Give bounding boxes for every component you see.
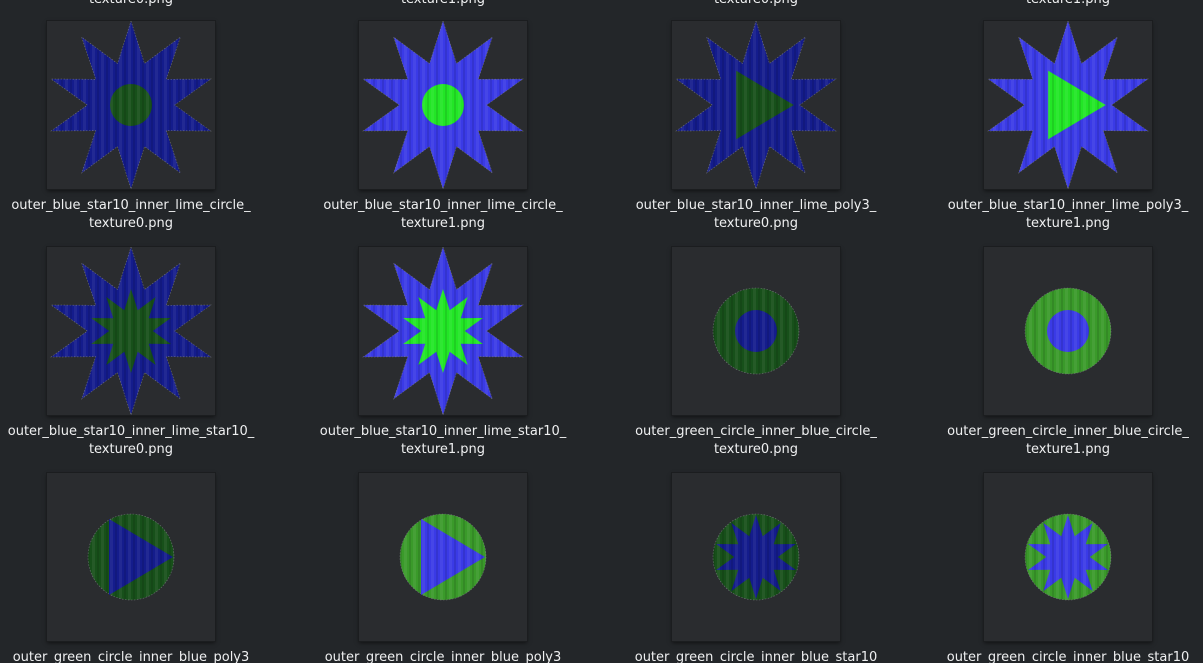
file-name-label[interactable]: outer_blue_star10_inner_lime_poly3_textu… [943,197,1193,233]
file-name-label[interactable]: outer_blue_star10_inner_lime_circle_text… [6,197,256,233]
file-thumbnail[interactable] [984,21,1152,189]
file-name-line: outer_blue_star10_inner_lime_circle_ [323,198,563,213]
file-icon-view[interactable]: texture0.png texture1.png texture0.png t… [0,0,1203,663]
file-name-line: outer_blue_star10_inner_lime_poly3_ [947,198,1189,213]
file-name-line: outer_green_circle_inner_blue_star10 [946,650,1190,663]
file-thumbnail[interactable] [672,21,840,189]
thumbnail-image [1024,287,1112,375]
partial-file-label[interactable]: texture1.png [318,0,568,9]
file-name-line: outer_blue_star10_inner_lime_star10_ [319,424,567,439]
file-name-label[interactable]: outer_blue_star10_inner_lime_star10_text… [318,423,568,459]
file-name-label[interactable]: outer_green_circle_inner_blue_poly3 [318,649,568,663]
file-thumbnail[interactable] [672,247,840,415]
file-name-label[interactable]: outer_green_circle_inner_blue_star10 [943,649,1193,663]
file-name-line: texture1.png [400,442,486,457]
thumbnail-image [50,21,212,189]
file-name-line: outer_green_circle_inner_blue_star10 [634,650,878,663]
partial-file-label[interactable]: texture0.png [6,0,256,9]
file-name-line: texture0.png [88,442,174,457]
file-thumbnail[interactable] [47,21,215,189]
file-name-line: texture1.png [1025,216,1111,231]
thumbnail-image [87,513,175,601]
file-thumbnail[interactable] [47,247,215,415]
file-name-line: texture0.png [713,442,799,457]
file-name-line: texture0.png [713,216,799,231]
file-thumbnail[interactable] [672,473,840,641]
file-name-line: outer_green_circle_inner_blue_circle_ [635,424,877,439]
thumbnail-image [362,247,524,415]
file-name-line: outer_blue_star10_inner_lime_circle_ [11,198,251,213]
thumbnail-image [987,21,1149,189]
file-name-label[interactable]: outer_blue_star10_inner_lime_poly3_textu… [631,197,881,233]
file-name-line: texture1.png [400,216,486,231]
file-thumbnail[interactable] [359,473,527,641]
file-name-line: texture0.png [88,216,174,231]
partial-file-label[interactable]: texture1.png [943,0,1193,9]
thumbnail-image [362,21,524,189]
file-name-label[interactable]: outer_green_circle_inner_blue_poly3 [6,649,256,663]
file-name-label[interactable]: outer_blue_star10_inner_lime_star10_text… [6,423,256,459]
thumbnail-image [712,513,800,601]
thumbnail-image [399,513,487,601]
file-name-line: texture1.png [1025,442,1111,457]
file-name-line: outer_green_circle_inner_blue_poly3 [324,650,562,663]
file-name-label[interactable]: outer_blue_star10_inner_lime_circle_text… [318,197,568,233]
thumbnail-image [712,287,800,375]
file-name-label[interactable]: outer_green_circle_inner_blue_circle_tex… [943,423,1193,459]
file-name-line: outer_blue_star10_inner_lime_star10_ [7,424,255,439]
thumbnail-image [675,21,837,189]
file-thumbnail[interactable] [984,247,1152,415]
file-thumbnail[interactable] [47,473,215,641]
thumbnail-image [50,247,212,415]
file-name-line: outer_green_circle_inner_blue_poly3 [12,650,250,663]
file-thumbnail[interactable] [359,21,527,189]
file-name-label[interactable]: outer_green_circle_inner_blue_star10 [631,649,881,663]
file-name-line: outer_green_circle_inner_blue_circle_ [947,424,1189,439]
thumbnail-image [1024,513,1112,601]
partial-file-label[interactable]: texture0.png [631,0,881,9]
file-thumbnail[interactable] [984,473,1152,641]
file-thumbnail[interactable] [359,247,527,415]
file-name-label[interactable]: outer_green_circle_inner_blue_circle_tex… [631,423,881,459]
file-name-line: outer_blue_star10_inner_lime_poly3_ [635,198,877,213]
